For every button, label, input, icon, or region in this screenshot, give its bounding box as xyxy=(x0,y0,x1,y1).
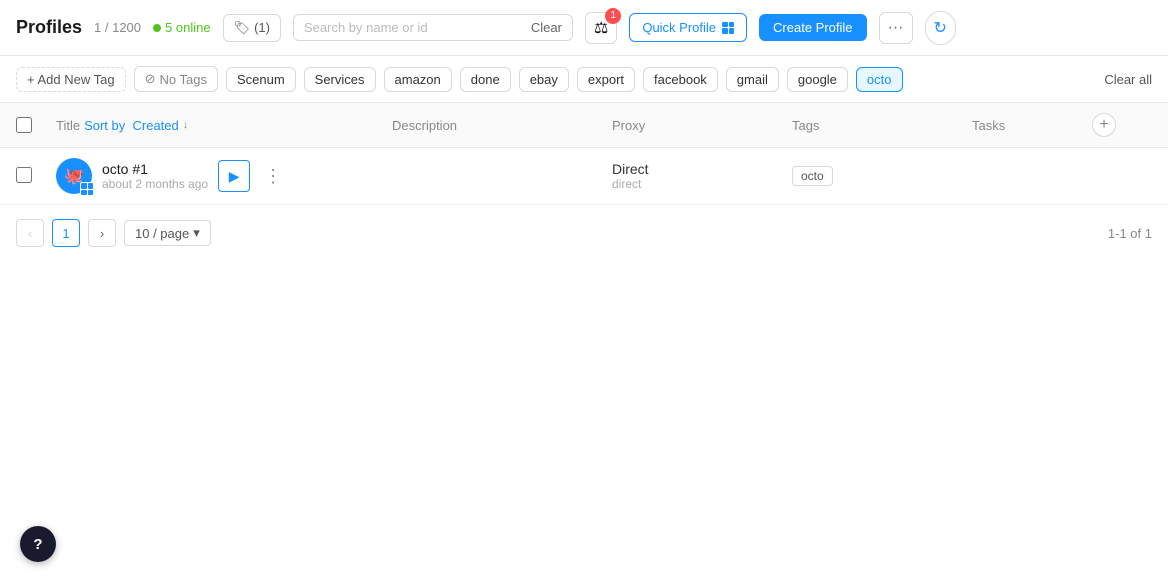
more-icon: ··· xyxy=(888,19,904,36)
play-button[interactable]: ▶ xyxy=(218,160,250,192)
tag-gmail[interactable]: gmail xyxy=(726,67,779,92)
sort-label[interactable]: Sort by Created xyxy=(84,118,179,133)
profile-cell: 🐙 octo #1 about 2 months ago ▶ ⋮ xyxy=(56,158,392,194)
page-title: Profiles xyxy=(16,17,82,38)
create-profile-label: Create Profile xyxy=(773,20,852,35)
proxy-cell: Direct direct xyxy=(612,161,792,191)
avatar: 🐙 xyxy=(56,158,92,194)
online-badge: 5 online xyxy=(153,20,211,35)
create-profile-button[interactable]: Create Profile xyxy=(759,14,866,41)
header-add-task: + xyxy=(1092,113,1152,137)
tags-bar: + Add New Tag ⊘ No Tags Scenum Services … xyxy=(0,56,1168,103)
profile-name: octo #1 xyxy=(102,161,208,177)
filter-button[interactable]: ⚖ 1 xyxy=(585,12,617,44)
table-header: Title Sort by Created ↓ Description Prox… xyxy=(0,103,1168,148)
tag-amazon[interactable]: amazon xyxy=(384,67,452,92)
tag-count: (1) xyxy=(254,20,270,35)
header-tags: Tags xyxy=(792,118,972,133)
online-dot xyxy=(153,24,161,32)
tag-icon: 🏷 xyxy=(234,20,251,36)
tag-ebay[interactable]: ebay xyxy=(519,67,569,92)
header-description: Description xyxy=(392,118,612,133)
add-task-column-button[interactable]: + xyxy=(1092,113,1116,137)
quick-profile-label: Quick Profile xyxy=(642,20,716,35)
tag-done[interactable]: done xyxy=(460,67,511,92)
refresh-icon: ↻ xyxy=(934,18,947,38)
profile-count: 1 / 1200 xyxy=(94,20,141,35)
row-checkbox-cell xyxy=(16,167,56,186)
per-page-label: 10 / page xyxy=(135,226,189,241)
refresh-button[interactable]: ↻ xyxy=(925,11,956,45)
pagination: ‹ 1 › 10 / page ▾ 1-1 of 1 xyxy=(0,205,1168,261)
row-more-button[interactable]: ⋮ xyxy=(258,164,288,189)
table-row: 🐙 octo #1 about 2 months ago ▶ ⋮ Direct xyxy=(0,148,1168,205)
search-clear-button[interactable]: Clear xyxy=(531,20,562,35)
clear-all-tags-button[interactable]: Clear all xyxy=(1104,72,1152,87)
header-checkbox-cell xyxy=(16,117,56,133)
header-tasks: Tasks xyxy=(972,118,1092,133)
tags-cell: octo xyxy=(792,166,972,186)
tag-octo[interactable]: octo xyxy=(856,67,903,92)
search-wrapper: Clear xyxy=(293,14,573,41)
help-icon: ? xyxy=(33,536,42,553)
more-options-button[interactable]: ··· xyxy=(879,12,913,44)
proxy-sub: direct xyxy=(612,177,792,191)
filter-badge: 1 xyxy=(605,8,621,24)
windows-icon xyxy=(722,22,734,34)
tag-export[interactable]: export xyxy=(577,67,635,92)
proxy-main: Direct xyxy=(612,161,792,177)
top-bar: Profiles 1 / 1200 5 online 🏷 (1) Clear ⚖… xyxy=(0,0,1168,56)
os-badge xyxy=(80,182,94,196)
windows-os-icon xyxy=(81,183,93,195)
no-tags-icon: ⊘ xyxy=(145,71,156,87)
tag-facebook[interactable]: facebook xyxy=(643,67,718,92)
sort-down-icon: ↓ xyxy=(183,119,189,131)
chevron-down-icon: ▾ xyxy=(193,225,200,241)
help-button[interactable]: ? xyxy=(20,526,56,562)
row-actions: ▶ ⋮ xyxy=(218,160,288,192)
current-page: 1 xyxy=(52,219,80,247)
prev-page-button[interactable]: ‹ xyxy=(16,219,44,247)
profiles-table: Title Sort by Created ↓ Description Prox… xyxy=(0,103,1168,205)
per-page-select[interactable]: 10 / page ▾ xyxy=(124,220,211,246)
next-page-button[interactable]: › xyxy=(88,219,116,247)
tag-google[interactable]: google xyxy=(787,67,848,92)
add-new-tag-button[interactable]: + Add New Tag xyxy=(16,67,126,92)
header-title: Title Sort by Created ↓ xyxy=(56,118,392,133)
row-tag-badge: octo xyxy=(792,166,833,186)
tag-services[interactable]: Services xyxy=(304,67,376,92)
pagination-info: 1-1 of 1 xyxy=(1108,226,1152,241)
select-all-checkbox[interactable] xyxy=(16,117,32,133)
row-checkbox[interactable] xyxy=(16,167,32,183)
tag-filter-button[interactable]: 🏷 (1) xyxy=(223,14,281,42)
header-proxy: Proxy xyxy=(612,118,792,133)
quick-profile-button[interactable]: Quick Profile xyxy=(629,13,747,42)
tag-no-tags[interactable]: ⊘ No Tags xyxy=(134,66,218,92)
search-input[interactable] xyxy=(304,20,523,35)
profile-time: about 2 months ago xyxy=(102,177,208,191)
tag-scenum[interactable]: Scenum xyxy=(226,67,296,92)
